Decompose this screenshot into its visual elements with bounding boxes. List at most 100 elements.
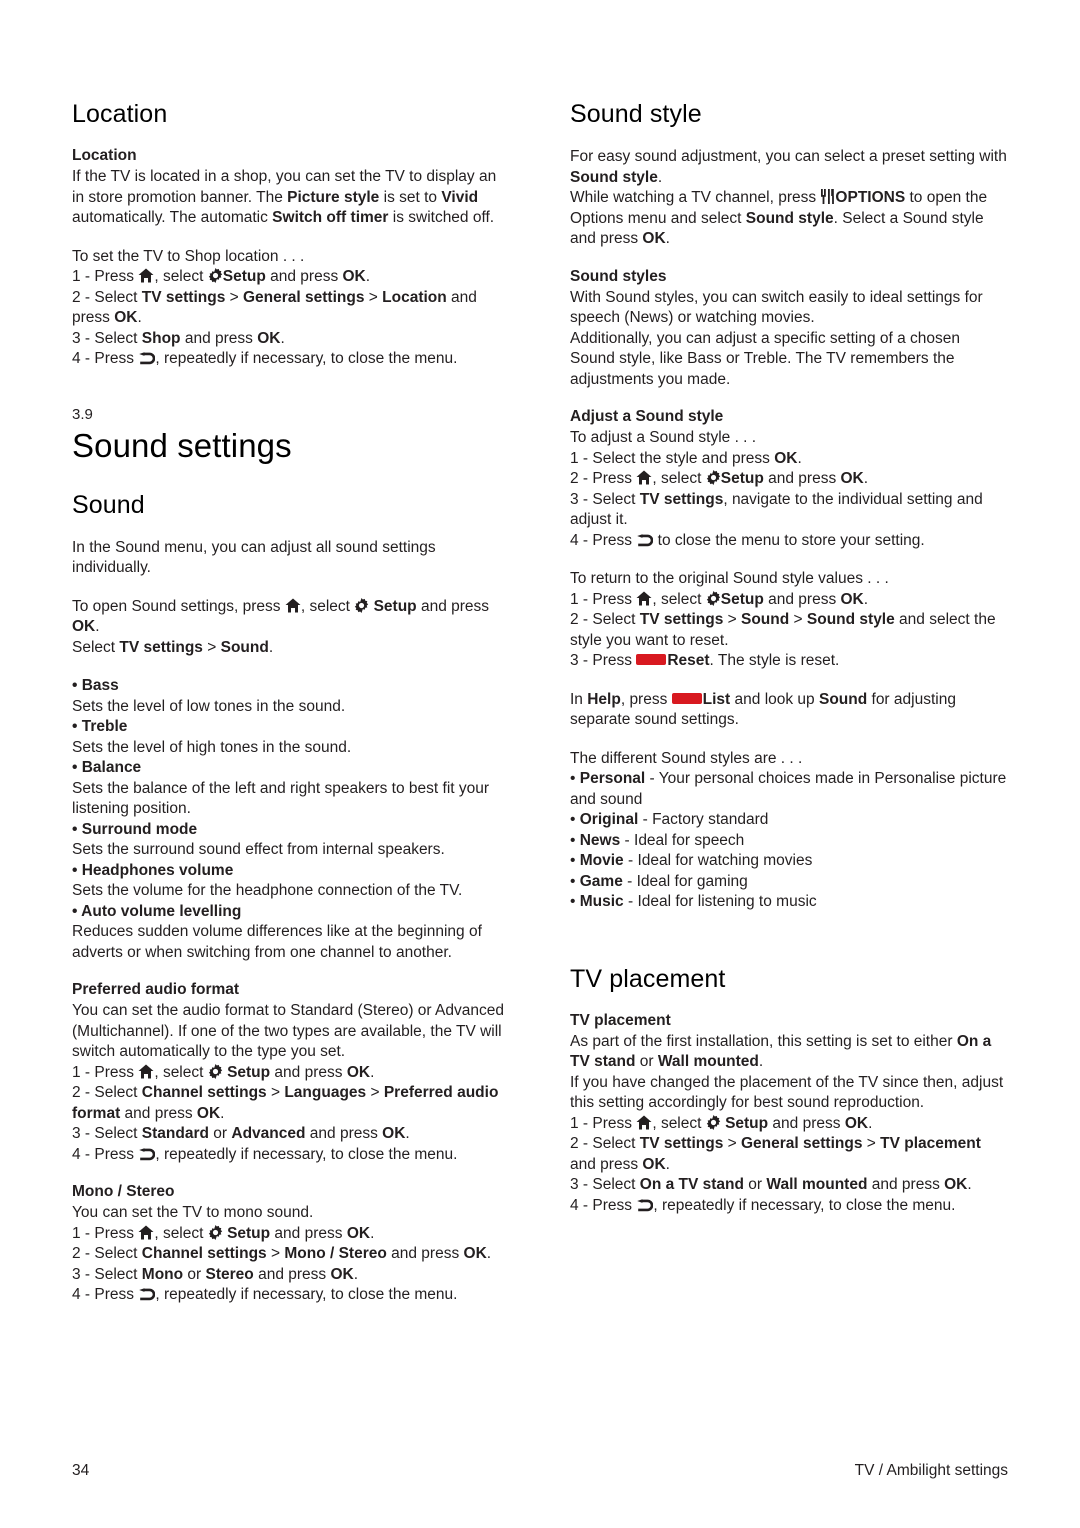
style-name: Music [579, 893, 624, 910]
adj-s1-a: 1 - Select the style and press [570, 449, 775, 467]
tvp-s2-e: > [862, 1135, 881, 1152]
mono-s2-b: Channel settings [141, 1245, 267, 1262]
ret-s1-b: , select [652, 590, 706, 608]
loc-p1-d: Vivid [441, 188, 479, 206]
loc-s2-a: 2 - Select [72, 288, 142, 306]
sound-item-label: • Headphones volume [72, 861, 234, 879]
mono-s1-b: , select [154, 1224, 208, 1242]
back-icon [138, 1147, 156, 1161]
adjust-step-2: 2 - Press , select Setup and press OK. [570, 469, 1008, 490]
red-key-icon [636, 654, 667, 665]
snd-p3-e: . [268, 638, 274, 656]
list-item: • News - Ideal for speech [570, 831, 1008, 852]
adj-s2-c: Setup [720, 470, 764, 487]
paf-step-1: 1 - Press , select Setup and press OK. [72, 1063, 510, 1084]
tvp-s2-g: and press [570, 1155, 643, 1173]
mono-s1-c: Setup [227, 1224, 271, 1242]
style-desc: - Ideal for gaming [622, 872, 748, 890]
heading-sound: Sound [72, 490, 145, 519]
loc-s3-d: OK [257, 329, 281, 347]
paf-s1-f: . [370, 1063, 375, 1081]
snd-p3-b: TV settings [119, 638, 203, 656]
paf-s4-b: , repeatedly if necessary, to close the … [155, 1145, 458, 1163]
style-name: Movie [579, 852, 624, 869]
tvp-s3-e: and press [867, 1176, 945, 1193]
subheading-adjust-sound-style: Adjust a Sound style [570, 408, 724, 425]
ret-s2-e: > [789, 611, 807, 628]
snd-p3-d: Sound [220, 638, 269, 656]
style-desc: - Ideal for listening to music [623, 893, 817, 910]
tvp-s3-f: OK [944, 1176, 968, 1193]
list-item: • Music - Ideal for listening to music [570, 892, 1008, 913]
loc-p1-g: is switched off. [388, 209, 495, 226]
adjust-step-1: 1 - Select the style and press OK. [570, 449, 1008, 470]
list-item: • Treble [72, 717, 510, 738]
mono-s1-d: and press [270, 1224, 347, 1242]
style-name: Original [579, 811, 639, 828]
ret-s2-f: Sound style [806, 611, 895, 628]
snd-p2-a: To open Sound settings, press [72, 597, 285, 615]
ret-s1-f: . [863, 590, 869, 608]
gear-icon [706, 1114, 721, 1130]
gear-icon [354, 597, 369, 613]
list-item: • Movie - Ideal for watching movies [570, 851, 1008, 872]
loc-s3-e: . [280, 329, 285, 347]
location-step-2: 2 - Select TV settings > General setting… [72, 288, 510, 329]
snd-p2-c: Setup [373, 597, 417, 615]
loc-s2-f: Location [382, 288, 447, 306]
adj-s2-f: . [863, 470, 869, 487]
snd-p2-e: OK [72, 618, 96, 635]
ss-p1-a: For easy sound adjustment, you can selec… [570, 148, 1007, 165]
ss-p2-b: OPTIONS [835, 189, 906, 206]
sound-item-desc: Sets the surround sound effect from inte… [72, 841, 445, 858]
style-name: Game [579, 872, 623, 890]
tvp-step-4: 4 - Press , repeatedly if necessary, to … [570, 1196, 1008, 1217]
style-desc: - Factory standard [638, 811, 769, 828]
sound-item-label: • Auto volume levelling [72, 902, 242, 920]
style-bullet: • [570, 872, 580, 890]
help-paragraph: In Help, press List and look up Sound fo… [570, 690, 1008, 731]
sound-item-desc: Sets the level of high tones in the soun… [72, 738, 352, 756]
adj-s2-b: , select [652, 470, 706, 487]
mono-s3-e: and press [253, 1265, 331, 1283]
ss-p2-a: While watching a TV channel, press [570, 189, 821, 206]
adj-s2-e: OK [840, 470, 864, 487]
tvp-s4-b: , repeatedly if necessary, to close the … [653, 1196, 956, 1214]
loc-p1-e: automatically. The automatic [72, 209, 273, 226]
home-icon [285, 598, 301, 613]
help-f: Sound [818, 690, 868, 708]
mono-s4-a: 4 - Press [72, 1286, 139, 1303]
adj-s4-a: 4 - Press [570, 531, 637, 549]
style-bullet: • [570, 852, 580, 869]
tvp-p1-e: . [758, 1053, 764, 1070]
soundstyles-paragraph-1: With Sound styles, you can switch easily… [570, 288, 983, 327]
snd-p2-f: . [95, 618, 100, 635]
list-item: • Bass [72, 676, 510, 697]
ss-p1-c: . [657, 168, 663, 186]
location-step-4: 4 - Press , repeatedly if necessary, to … [72, 349, 510, 370]
mono-s3-b: Mono [141, 1265, 184, 1283]
return-paragraph-1: To return to the original Sound style va… [570, 570, 889, 587]
tvp-step-1: 1 - Press , select Setup and press OK. [570, 1114, 1008, 1135]
adj-s3-a: 3 - Select [570, 490, 640, 508]
page-number: 34 [72, 1462, 90, 1479]
adjust-step-4: 4 - Press to close the menu to store you… [570, 531, 1008, 552]
tvp-p1-c: or [635, 1053, 658, 1070]
ss-p2-d: Sound style [745, 209, 834, 227]
loc-s1-d: and press [265, 268, 343, 285]
paf-s3-a: 3 - Select [72, 1125, 142, 1142]
ret-s3-c: . The style is reset. [709, 652, 840, 669]
right-column: Sound style For easy sound adjustment, y… [570, 100, 1008, 1306]
ret-s2-d: Sound [741, 611, 790, 628]
loc-s3-a: 3 - Select [72, 329, 142, 347]
ss-p2-g: . [665, 230, 670, 247]
tvp-s2-c: > [723, 1135, 741, 1152]
paf-s2-i: . [220, 1104, 225, 1122]
two-column-layout: Location Location If the TV is located i… [72, 100, 1008, 1306]
ret-s2-a: 2 - Select [570, 611, 640, 628]
list-item: • Auto volume levelling [72, 902, 510, 923]
red-key-icon [671, 692, 702, 704]
paf-s3-f: OK [382, 1125, 406, 1142]
subheading-preferred-audio-format: Preferred audio format [72, 981, 240, 998]
mono-s3-a: 3 - Select [72, 1265, 142, 1283]
